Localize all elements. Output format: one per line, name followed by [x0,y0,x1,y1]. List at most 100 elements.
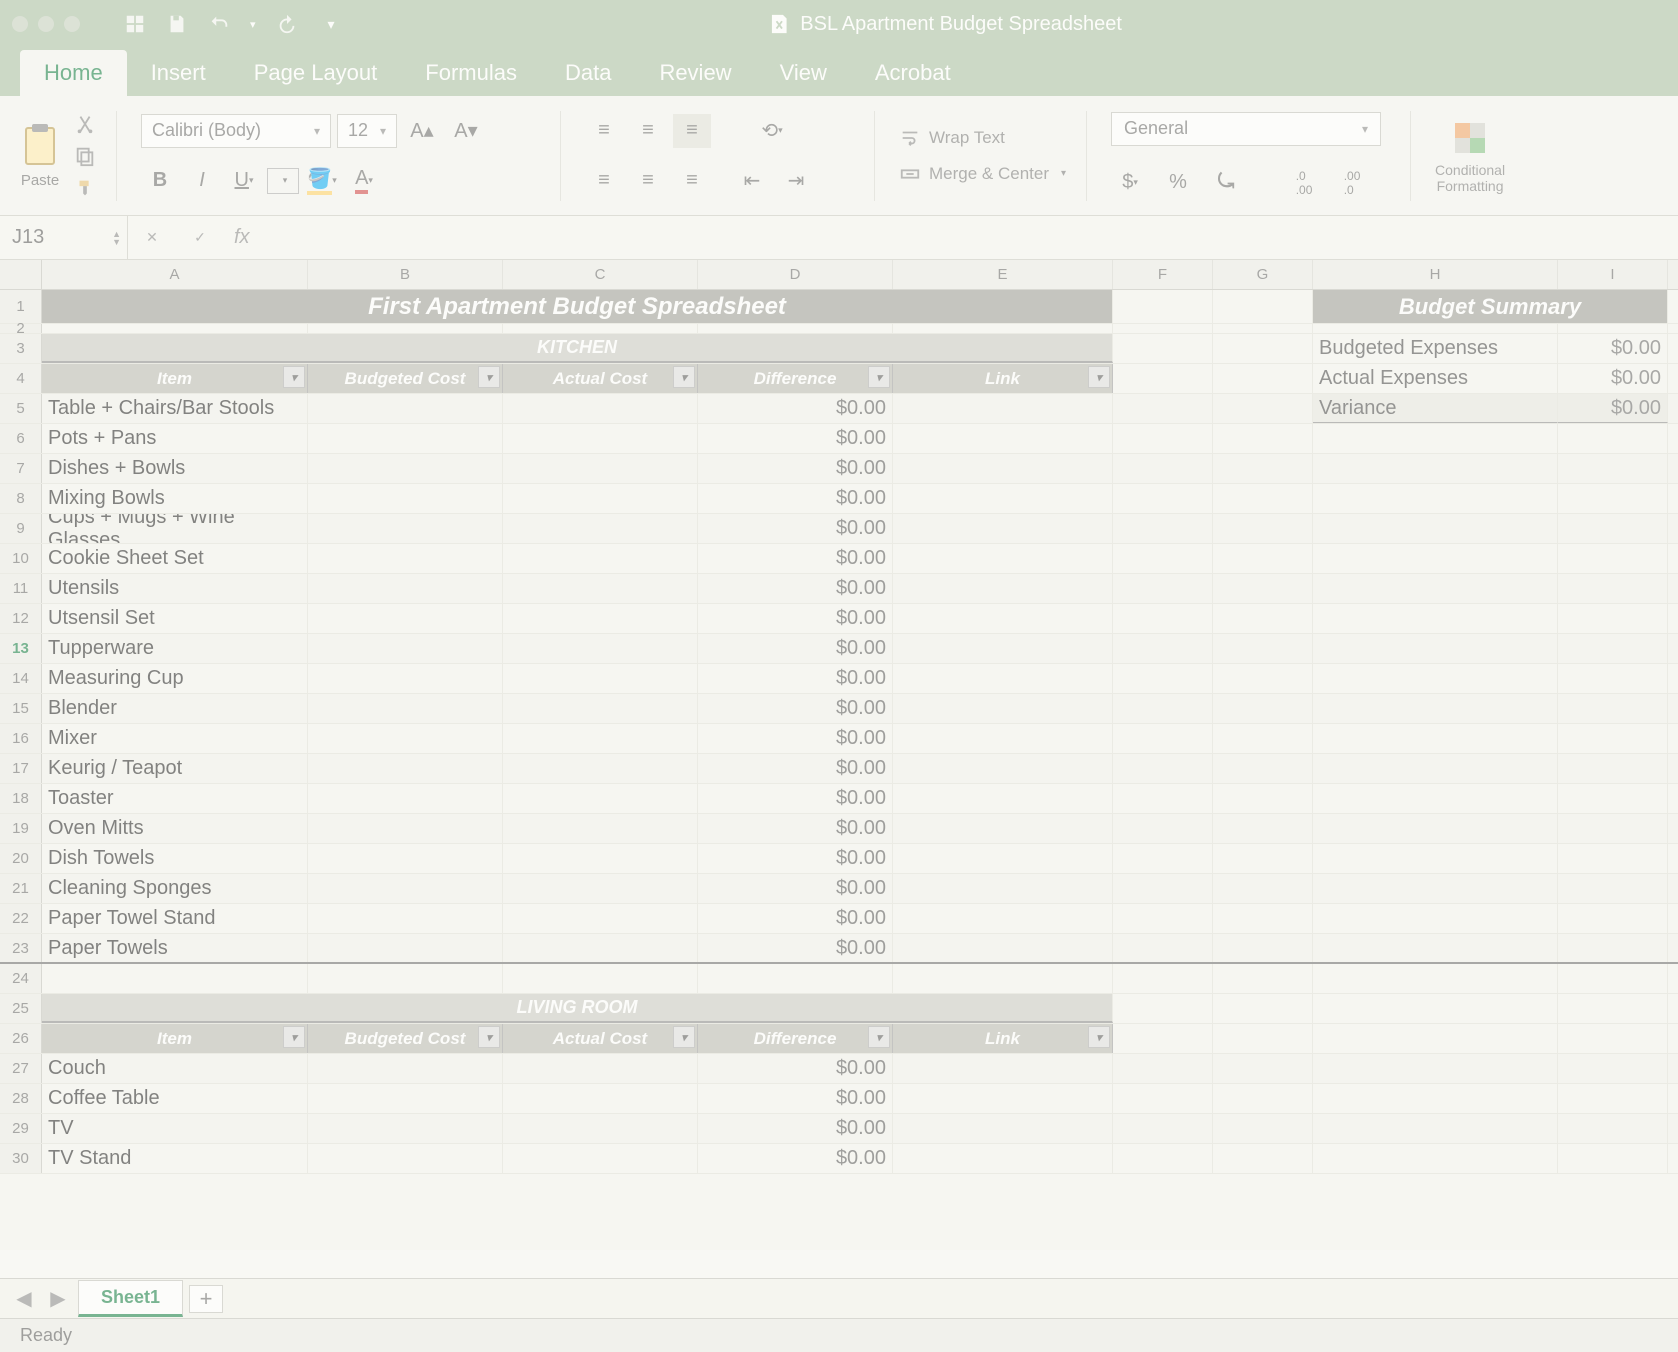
budget-summary-title[interactable]: Budget Summary [1313,290,1668,323]
col-I[interactable]: I [1558,260,1668,289]
row-header[interactable]: 3 [0,334,42,363]
merge-center-button[interactable]: Merge & Center▾ [899,163,1066,185]
row-header[interactable]: 13 [0,634,42,663]
cell[interactable] [698,964,893,993]
budgeted-cell[interactable] [308,904,503,933]
select-all-triangle[interactable] [0,260,42,289]
wrap-text-button[interactable]: Wrap Text [899,127,1066,149]
filter-dropdown-icon[interactable]: ▾ [868,366,890,388]
summary-label[interactable]: Actual Expenses [1313,364,1558,393]
qat-customize-icon[interactable]: ▾ [328,16,335,33]
row-header[interactable]: 12 [0,604,42,633]
item-cell[interactable]: Cleaning Sponges [42,874,308,903]
section-kitchen[interactable]: KITCHEN [42,334,1113,363]
item-cell[interactable]: Utensils [42,574,308,603]
cell[interactable] [1113,1084,1213,1113]
add-sheet-button[interactable]: + [189,1285,223,1313]
item-cell[interactable]: Cups + Mugs + Wine Glasses [42,514,308,543]
font-color-button[interactable]: A▾ [345,164,383,198]
tab-data[interactable]: Data [541,50,635,96]
decrease-decimal-icon[interactable]: .00.0 [1333,166,1371,200]
align-top-icon[interactable]: ≡ [585,114,623,148]
cell[interactable] [503,324,698,333]
copy-icon[interactable] [74,145,96,167]
cell[interactable] [1113,1114,1213,1143]
difference-cell[interactable]: $0.00 [698,1144,893,1173]
filter-dropdown-icon[interactable]: ▾ [673,1026,695,1048]
budgeted-cell[interactable] [308,514,503,543]
row-header[interactable]: 5 [0,394,42,423]
row-header[interactable]: 20 [0,844,42,873]
column-header[interactable]: Link▾ [893,1024,1113,1053]
cell[interactable] [1313,1114,1558,1143]
budgeted-cell[interactable] [308,604,503,633]
difference-cell[interactable]: $0.00 [698,724,893,753]
item-cell[interactable]: Paper Towels [42,934,308,962]
undo-icon[interactable] [208,13,230,35]
budgeted-cell[interactable] [308,814,503,843]
row-header[interactable]: 1 [0,290,42,323]
cell[interactable] [503,964,698,993]
column-header[interactable]: Difference▾ [698,364,893,393]
item-cell[interactable]: Coffee Table [42,1084,308,1113]
cell[interactable] [1558,324,1668,333]
item-cell[interactable]: Couch [42,1054,308,1083]
link-cell[interactable] [893,394,1113,423]
difference-cell[interactable]: $0.00 [698,694,893,723]
decrease-font-icon[interactable]: A▾ [447,114,485,148]
item-cell[interactable]: Tupperware [42,634,308,663]
underline-button[interactable]: U▾ [225,164,263,198]
col-E[interactable]: E [893,260,1113,289]
link-cell[interactable] [893,784,1113,813]
actual-cell[interactable] [503,394,698,423]
cell[interactable] [1558,1114,1668,1143]
actual-cell[interactable] [503,874,698,903]
link-cell[interactable] [893,544,1113,573]
worksheet[interactable]: 1First Apartment Budget Spreadsheet Budge… [0,290,1678,1250]
actual-cell[interactable] [503,664,698,693]
minimize-window-icon[interactable] [38,16,54,32]
increase-decimal-icon[interactable]: .0.00 [1285,166,1323,200]
item-cell[interactable]: Toaster [42,784,308,813]
cell[interactable] [1213,1114,1313,1143]
link-cell[interactable] [893,514,1113,543]
cut-icon[interactable] [74,113,96,135]
row-header[interactable]: 22 [0,904,42,933]
col-A[interactable]: A [42,260,308,289]
budgeted-cell[interactable] [308,694,503,723]
link-cell[interactable] [893,694,1113,723]
budgeted-cell[interactable] [308,754,503,783]
row-header[interactable]: 28 [0,1084,42,1113]
save-icon[interactable] [166,13,188,35]
spreadsheet-title[interactable]: First Apartment Budget Spreadsheet [42,290,1113,323]
link-cell[interactable] [893,454,1113,483]
filter-dropdown-icon[interactable]: ▾ [478,366,500,388]
difference-cell[interactable]: $0.00 [698,754,893,783]
tab-formulas[interactable]: Formulas [401,50,541,96]
actual-cell[interactable] [503,604,698,633]
align-center-icon[interactable]: ≡ [629,164,667,198]
tab-insert[interactable]: Insert [127,50,230,96]
window-controls[interactable] [12,16,80,32]
budgeted-cell[interactable] [308,634,503,663]
filter-dropdown-icon[interactable]: ▾ [478,1026,500,1048]
budgeted-cell[interactable] [308,844,503,873]
difference-cell[interactable]: $0.00 [698,844,893,873]
difference-cell[interactable]: $0.00 [698,904,893,933]
col-F[interactable]: F [1113,260,1213,289]
orientation-icon[interactable]: ⟲▾ [753,114,791,148]
cell[interactable] [1213,994,1313,1023]
row-header[interactable]: 24 [0,964,42,993]
budgeted-cell[interactable] [308,544,503,573]
item-cell[interactable]: TV Stand [42,1144,308,1173]
budgeted-cell[interactable] [308,484,503,513]
tab-view[interactable]: View [756,50,851,96]
sheet-nav-next-icon[interactable]: ▶ [44,1286,72,1311]
difference-cell[interactable]: $0.00 [698,784,893,813]
cell[interactable] [1213,964,1313,993]
tab-page-layout[interactable]: Page Layout [230,50,402,96]
summary-variance-value[interactable]: $0.00 [1558,394,1668,423]
difference-cell[interactable]: $0.00 [698,934,893,962]
row-header[interactable]: 16 [0,724,42,753]
item-cell[interactable]: Utsensil Set [42,604,308,633]
